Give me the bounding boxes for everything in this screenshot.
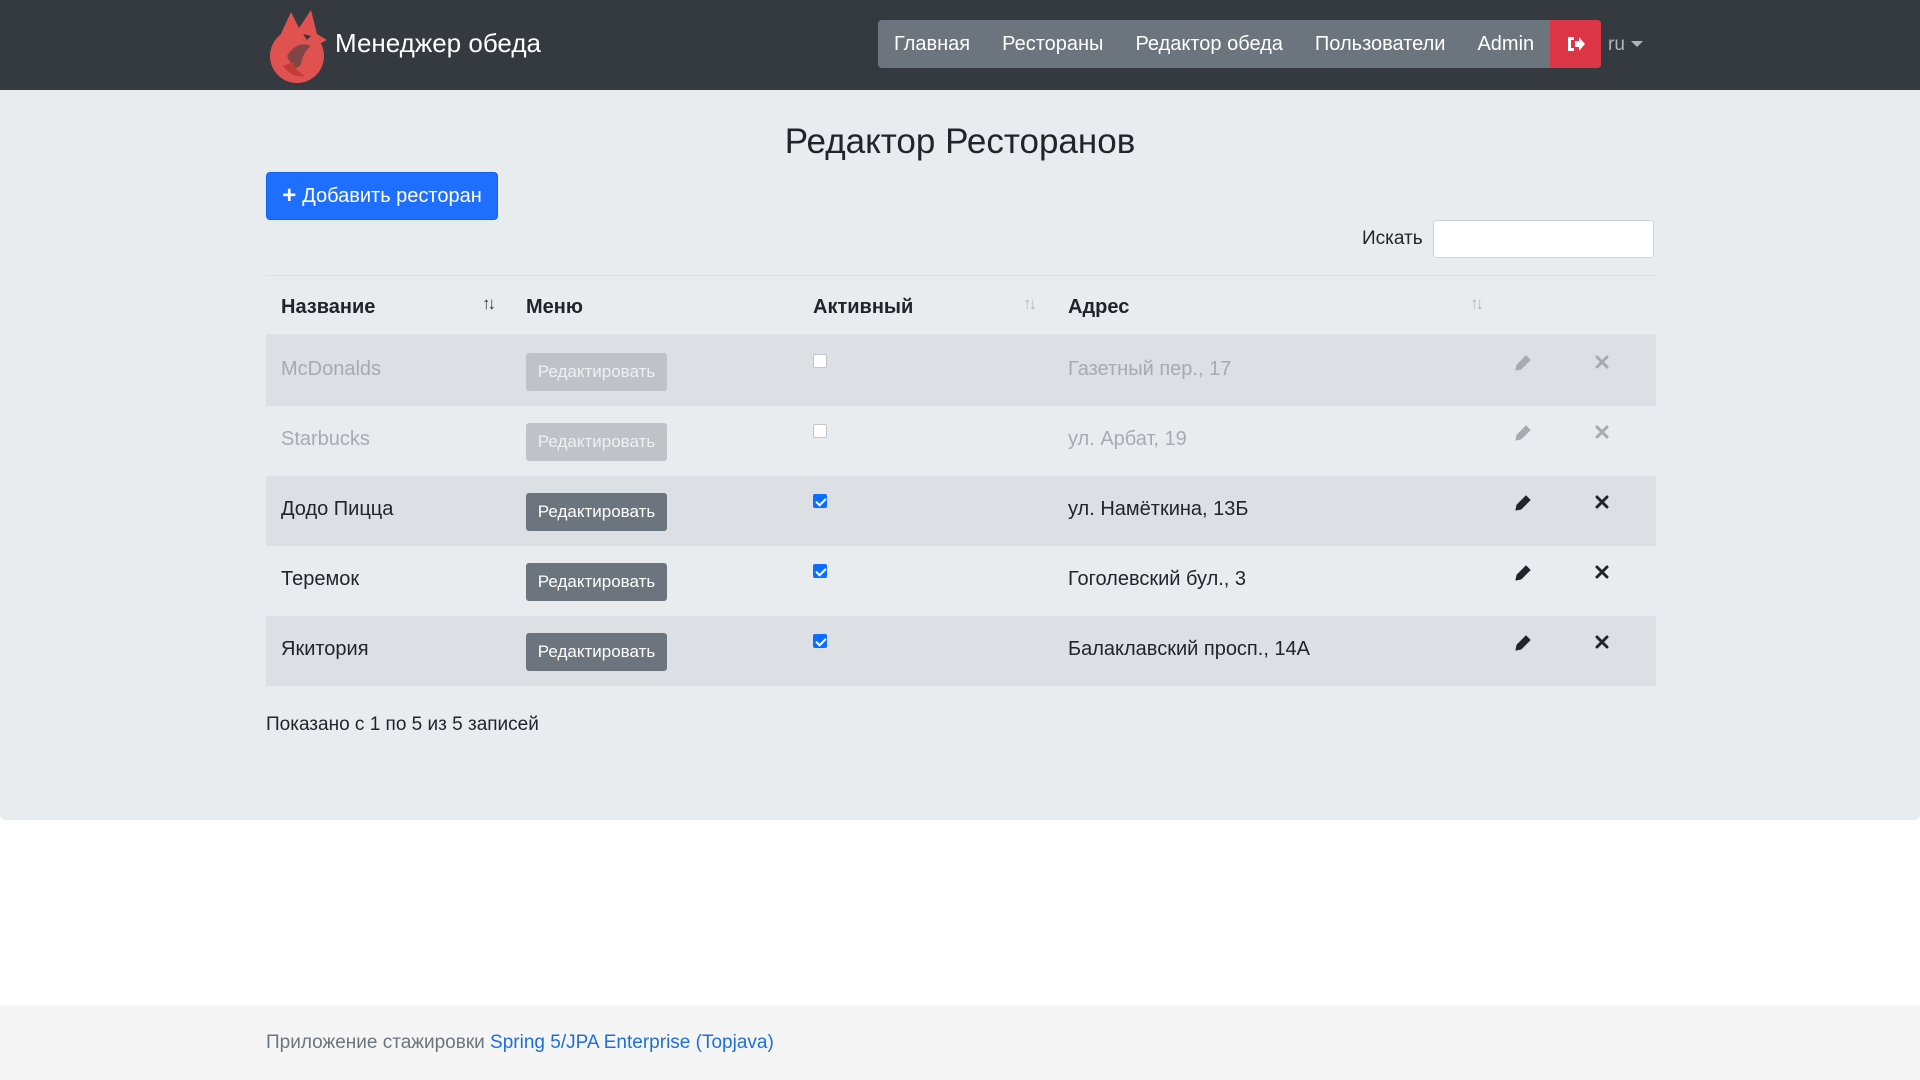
active-checkbox[interactable] bbox=[813, 424, 827, 438]
chevron-down-icon bbox=[1630, 41, 1643, 47]
restaurant-address: ул. Арбат, 19 bbox=[1068, 428, 1187, 450]
search-input[interactable] bbox=[1433, 220, 1654, 258]
logout-button[interactable] bbox=[1550, 20, 1602, 68]
nav-item-users[interactable]: Пользователи bbox=[1299, 20, 1462, 68]
restaurant-name: McDonalds bbox=[281, 358, 382, 380]
header-name[interactable]: Название bbox=[281, 296, 375, 319]
search-label: Искать bbox=[1362, 228, 1423, 249]
navbar: Менеджер обеда Главная Рестораны Редакто… bbox=[0, 0, 1920, 90]
table-info: Показано с 1 по 5 из 5 записей bbox=[266, 714, 539, 735]
sort-address-icon[interactable]: ↑↓ bbox=[1470, 294, 1484, 314]
active-checkbox[interactable] bbox=[813, 354, 827, 368]
edit-menu-button[interactable]: Редактировать bbox=[526, 563, 667, 601]
restaurant-address: ул. Намёткина, 13Б bbox=[1068, 498, 1249, 520]
edit-menu-button[interactable]: Редактировать bbox=[526, 353, 667, 391]
delete-icon[interactable] bbox=[1594, 634, 1610, 650]
main-nav: Главная Рестораны Редактор обеда Пользов… bbox=[878, 20, 1602, 68]
active-checkbox[interactable] bbox=[813, 494, 827, 508]
edit-menu-button[interactable]: Редактировать bbox=[526, 493, 667, 531]
sort-active-icon[interactable]: ↑↓ bbox=[1023, 294, 1037, 314]
footer: Приложение стажировки Spring 5/JPA Enter… bbox=[0, 1005, 1920, 1080]
nav-item-restaurants[interactable]: Рестораны bbox=[986, 20, 1119, 68]
sort-name-icon[interactable]: ↑↓ bbox=[482, 294, 496, 314]
nav-item-lunch-editor[interactable]: Редактор обеда bbox=[1119, 20, 1298, 68]
table-header: Название ↑↓ Меню Активный ↑↓ Адрес ↑↓ bbox=[266, 275, 1656, 336]
active-checkbox[interactable] bbox=[813, 564, 827, 578]
delete-icon[interactable] bbox=[1594, 494, 1610, 510]
restaurant-address: Гоголевский бул., 3 bbox=[1068, 568, 1247, 590]
restaurant-name: Теремок bbox=[281, 568, 360, 590]
nav-item-home[interactable]: Главная bbox=[878, 20, 986, 68]
brand-title: Менеджер обеда bbox=[335, 27, 541, 58]
language-dropdown[interactable]: ru bbox=[1608, 34, 1643, 56]
fox-logo-icon bbox=[270, 10, 327, 83]
active-checkbox[interactable] bbox=[813, 634, 827, 648]
page-title: Редактор Ресторанов bbox=[784, 122, 1136, 161]
restaurant-name: Якитория bbox=[281, 638, 369, 660]
pencil-icon[interactable] bbox=[1514, 354, 1532, 372]
footer-text: Приложение стажировки Spring 5/JPA Enter… bbox=[266, 1032, 774, 1054]
header-active[interactable]: Активный bbox=[813, 296, 913, 319]
edit-menu-button[interactable]: Редактировать bbox=[526, 423, 667, 461]
restaurant-address: Балаклавский просп., 14А bbox=[1068, 638, 1311, 660]
add-restaurant-button[interactable]: + Добавить ресторан bbox=[266, 172, 498, 220]
restaurant-address: Газетный пер., 17 bbox=[1068, 358, 1232, 380]
pencil-icon[interactable] bbox=[1514, 494, 1532, 512]
plus-icon: + bbox=[282, 182, 297, 209]
table-row: Starbucks Редактировать ул. Арбат, 19 bbox=[266, 406, 1656, 476]
restaurant-name: Додо Пицца bbox=[281, 498, 394, 520]
restaurant-name: Starbucks bbox=[281, 428, 370, 450]
table-row: McDonalds Редактировать Газетный пер., 1… bbox=[266, 336, 1656, 406]
brand-link[interactable]: Менеджер обеда bbox=[265, 6, 541, 86]
delete-icon[interactable] bbox=[1594, 564, 1610, 580]
edit-menu-button[interactable]: Редактировать bbox=[526, 633, 667, 671]
delete-icon[interactable] bbox=[1594, 354, 1610, 370]
header-address[interactable]: Адрес bbox=[1068, 296, 1129, 319]
table-row: Теремок Редактировать Гоголевский бул., … bbox=[266, 546, 1656, 616]
pencil-icon[interactable] bbox=[1514, 634, 1532, 652]
add-restaurant-label: Добавить ресторан bbox=[302, 184, 482, 207]
delete-icon[interactable] bbox=[1594, 424, 1610, 440]
pencil-icon[interactable] bbox=[1514, 424, 1532, 442]
table-row: Додо Пицца Редактировать ул. Намёткина, … bbox=[266, 476, 1656, 546]
table-row: Якитория Редактировать Балаклавский прос… bbox=[266, 616, 1656, 686]
header-menu: Меню bbox=[526, 296, 583, 318]
language-label: ru bbox=[1608, 34, 1625, 55]
restaurants-table: Название ↑↓ Меню Активный ↑↓ Адрес ↑↓ Mc… bbox=[266, 275, 1656, 686]
footer-link[interactable]: Spring 5/JPA Enterprise (Topjava) bbox=[490, 1032, 774, 1053]
footer-label: Приложение стажировки bbox=[266, 1032, 485, 1053]
sign-out-icon bbox=[1567, 37, 1585, 51]
pencil-icon[interactable] bbox=[1514, 564, 1532, 582]
nav-item-admin[interactable]: Admin bbox=[1461, 20, 1550, 68]
